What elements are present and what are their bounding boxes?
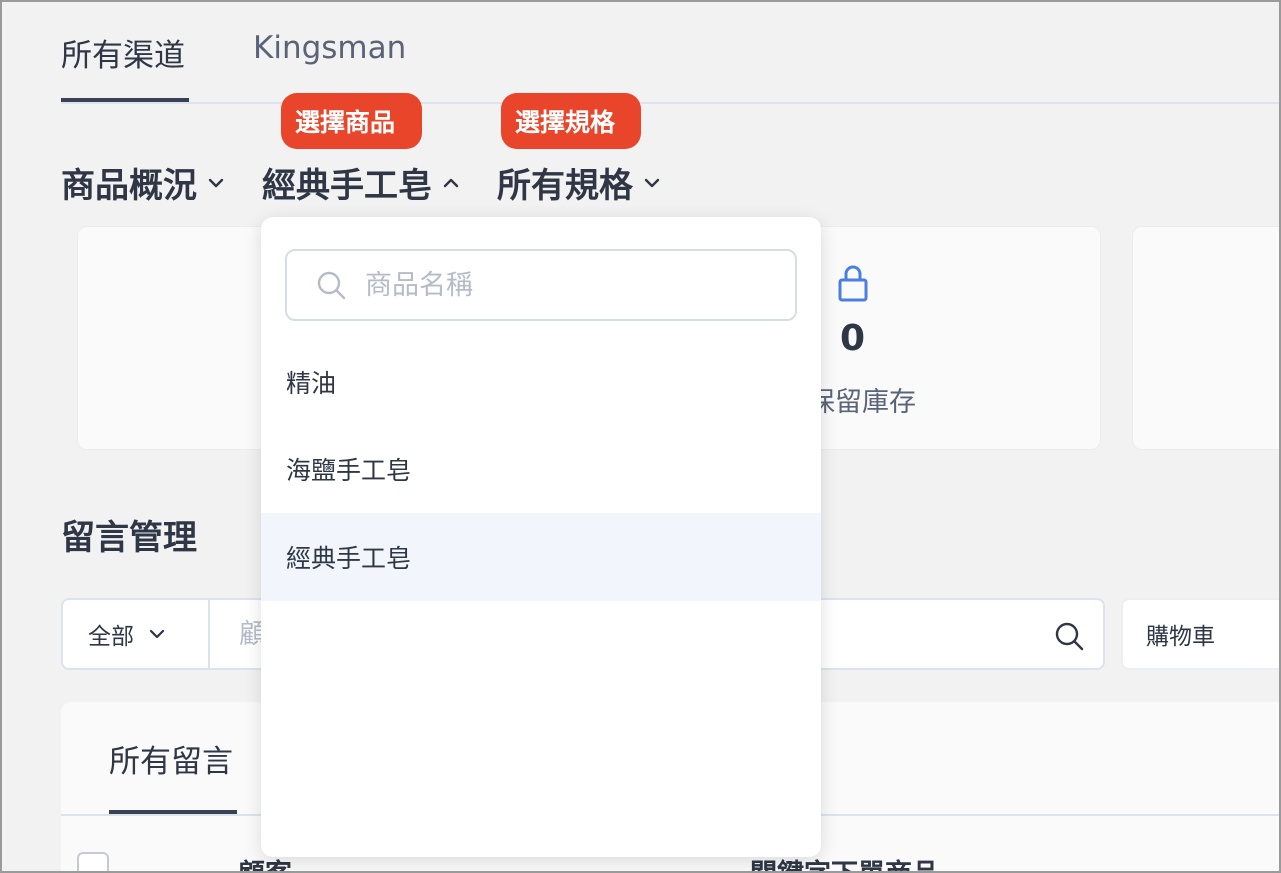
chevron-up-icon bbox=[443, 178, 459, 187]
product-search-box bbox=[285, 249, 797, 321]
chevron-down-icon bbox=[149, 629, 165, 639]
chevron-down-icon bbox=[208, 178, 224, 187]
dropdown-item-essential-oil[interactable]: 精油 bbox=[261, 338, 821, 426]
filter-type-label: 全部 bbox=[88, 624, 134, 650]
tab-all-comments[interactable]: 所有留言 bbox=[109, 736, 237, 814]
filter-type-select[interactable]: 全部 bbox=[63, 600, 210, 668]
product-dropdown: 精油 海鹽手工皂 經典手工皂 bbox=[261, 217, 821, 857]
product-search-input[interactable] bbox=[365, 251, 785, 319]
chevron-down-icon bbox=[644, 178, 660, 187]
select-product-badge: 選擇商品 bbox=[281, 93, 422, 149]
section-title-comments: 留言管理 bbox=[61, 518, 197, 558]
search-icon[interactable] bbox=[1053, 620, 1085, 652]
tab-kingsman[interactable]: Kingsman bbox=[253, 30, 406, 66]
reserved-stock-label: 保留庫存 bbox=[808, 387, 916, 418]
product-label: 經典手工皂 bbox=[262, 166, 432, 206]
dropdown-item-sea-salt-soap[interactable]: 海鹽手工皂 bbox=[261, 425, 821, 513]
stat-card bbox=[1132, 226, 1281, 450]
select-all-checkbox[interactable] bbox=[77, 852, 109, 873]
spec-label: 所有規格 bbox=[497, 166, 633, 206]
tab-all-channels[interactable]: 所有渠道 bbox=[61, 30, 189, 102]
overview-selector[interactable]: 商品概況 bbox=[61, 158, 225, 207]
cart-select[interactable]: 購物車 bbox=[1121, 598, 1281, 670]
select-spec-badge: 選擇規格 bbox=[501, 93, 641, 149]
search-icon bbox=[317, 271, 346, 300]
product-selector[interactable]: 經典手工皂 bbox=[262, 158, 460, 207]
reserved-stock-value: 0 bbox=[840, 318, 866, 359]
channel-tabs: 所有渠道 Kingsman bbox=[61, 0, 1281, 104]
lock-icon bbox=[838, 265, 868, 302]
overview-label: 商品概況 bbox=[61, 166, 197, 206]
dropdown-item-classic-soap[interactable]: 經典手工皂 bbox=[261, 513, 821, 601]
spec-selector[interactable]: 所有規格 bbox=[497, 158, 661, 207]
